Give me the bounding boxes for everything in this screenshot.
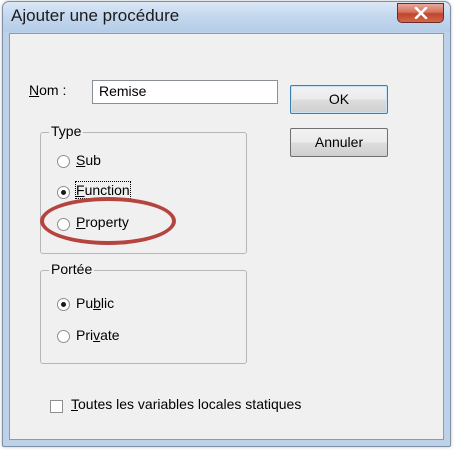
radio-private-label[interactable]: Private <box>76 327 120 343</box>
dialog-client-area: Nom : Remise OK Annuler Type Sub Functio… <box>9 33 444 440</box>
scope-group-legend: Portée <box>49 261 95 277</box>
ok-button[interactable]: OK <box>290 85 388 114</box>
radio-function-label[interactable]: Function <box>75 181 131 199</box>
dialog-window: Ajouter une procédure Nom : Remise OK An… <box>2 1 451 447</box>
radio-sub[interactable] <box>57 155 70 168</box>
radio-public-label[interactable]: Public <box>76 295 114 311</box>
name-input-value: Remise <box>99 83 147 99</box>
static-variables-checkbox[interactable] <box>50 400 63 413</box>
close-icon <box>414 7 428 19</box>
type-group-legend: Type <box>49 123 84 139</box>
scope-groupbox: Portée <box>40 261 247 364</box>
radio-public[interactable] <box>57 298 70 311</box>
title-bar[interactable]: Ajouter une procédure <box>3 2 450 32</box>
radio-private[interactable] <box>57 330 70 343</box>
radio-function[interactable] <box>57 186 70 199</box>
close-button[interactable] <box>397 3 444 23</box>
cancel-button[interactable]: Annuler <box>290 128 388 157</box>
static-variables-label[interactable]: Toutes les variables locales statiques <box>71 396 301 412</box>
radio-sub-label[interactable]: Sub <box>76 152 101 168</box>
name-label: Nom : <box>29 82 67 98</box>
radio-property-label[interactable]: Property <box>76 214 129 230</box>
name-input[interactable]: Remise <box>92 80 278 104</box>
window-title: Ajouter une procédure <box>11 6 180 25</box>
type-groupbox: Type <box>40 123 247 254</box>
radio-property[interactable] <box>57 218 70 231</box>
